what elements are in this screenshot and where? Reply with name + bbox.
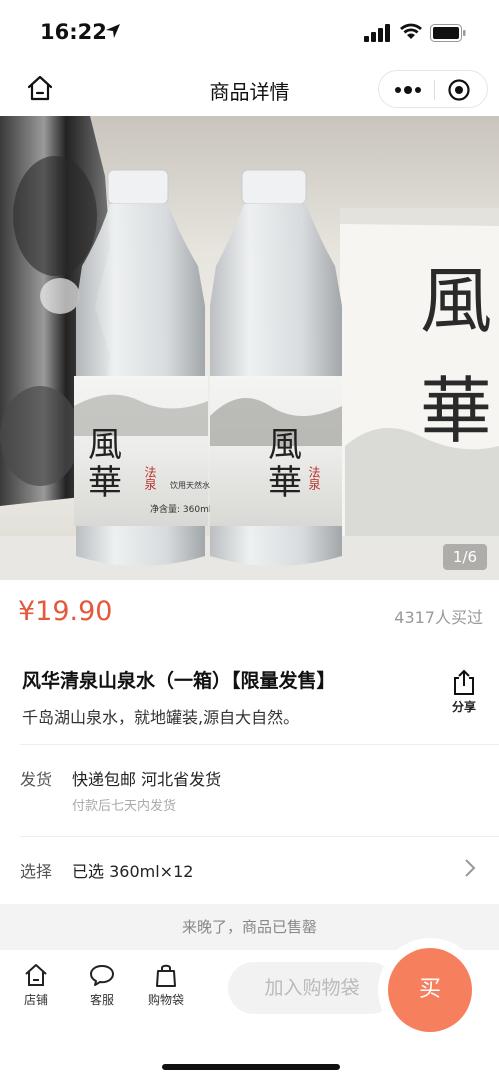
svg-text:風: 風 xyxy=(268,425,302,465)
product-image-gallery[interactable]: 風 華 風 華 法泉 饮用天然水 净含量: 360ml 風 華 法泉 1/6 xyxy=(0,116,499,580)
target-close-icon[interactable] xyxy=(447,78,471,102)
svg-text:風: 風 xyxy=(88,425,122,465)
cellular-signal-icon xyxy=(364,24,390,42)
status-bar: 16:22 xyxy=(0,0,499,62)
svg-text:净含量: 360ml: 净含量: 360ml xyxy=(150,503,211,515)
image-counter: 1/6 xyxy=(443,544,487,570)
tab-shopping-bag[interactable]: 购物袋 xyxy=(136,962,196,1008)
battery-icon xyxy=(430,24,466,42)
mini-program-capsule xyxy=(378,70,488,108)
status-time: 16:22 xyxy=(40,20,107,44)
product-title: 风华清泉山泉水（一箱）【限量发售】 xyxy=(22,670,336,692)
tab-customer-service[interactable]: 客服 xyxy=(72,962,132,1008)
selection-label: 选择 xyxy=(20,862,53,881)
svg-text:華: 華 xyxy=(268,463,302,503)
shipping-value: 快递包邮 河北省发货 xyxy=(72,770,222,789)
share-icon xyxy=(454,669,474,695)
product-photo: 風 華 風 華 法泉 饮用天然水 净含量: 360ml 風 華 法泉 xyxy=(0,116,499,580)
svg-text:華: 華 xyxy=(420,369,492,453)
product-price: ¥19.90 xyxy=(18,596,113,627)
home-indicator xyxy=(162,1064,340,1070)
box-brand-text: 風 xyxy=(420,259,492,343)
tab-store[interactable]: 店铺 xyxy=(6,962,66,1008)
bottom-action-bar: 店铺 客服 购物袋 加入购物袋 买 xyxy=(0,948,499,1082)
location-arrow-icon xyxy=(106,24,120,38)
chat-icon xyxy=(90,965,114,986)
svg-text:法泉: 法泉 xyxy=(143,466,157,490)
bag-icon xyxy=(156,964,176,987)
tab-store-label: 店铺 xyxy=(23,993,48,1007)
divider xyxy=(20,744,499,745)
svg-text:饮用天然水: 饮用天然水 xyxy=(170,480,210,490)
sold-count: 4317人买过 xyxy=(394,608,483,627)
shipping-note: 付款后七天内发货 xyxy=(72,799,177,814)
add-to-cart-button[interactable]: 加入购物袋 xyxy=(228,962,396,1014)
share-button[interactable]: 分享 xyxy=(442,668,486,715)
wifi-icon xyxy=(400,23,422,39)
product-subtitle: 千岛湖山泉水，就地罐装,源自大自然。 xyxy=(22,708,300,727)
tab-shopping-bag-label: 购物袋 xyxy=(147,993,184,1007)
svg-text:法泉: 法泉 xyxy=(307,466,321,490)
capsule-divider xyxy=(434,80,435,100)
divider xyxy=(20,836,499,837)
share-label: 分享 xyxy=(451,700,476,714)
more-icon[interactable] xyxy=(391,79,425,101)
buy-button[interactable]: 买 xyxy=(388,948,472,1032)
chevron-right-icon xyxy=(465,859,476,877)
sold-out-notice: 来晚了，商品已售罄 xyxy=(0,904,499,950)
nav-bar: 商品详情 xyxy=(0,62,499,116)
selection-value: 已选 360ml×12 xyxy=(72,862,194,881)
tab-customer-service-label: 客服 xyxy=(89,993,114,1007)
shipping-label: 发货 xyxy=(20,770,53,789)
svg-text:華: 華 xyxy=(88,463,122,503)
store-icon xyxy=(25,964,47,986)
